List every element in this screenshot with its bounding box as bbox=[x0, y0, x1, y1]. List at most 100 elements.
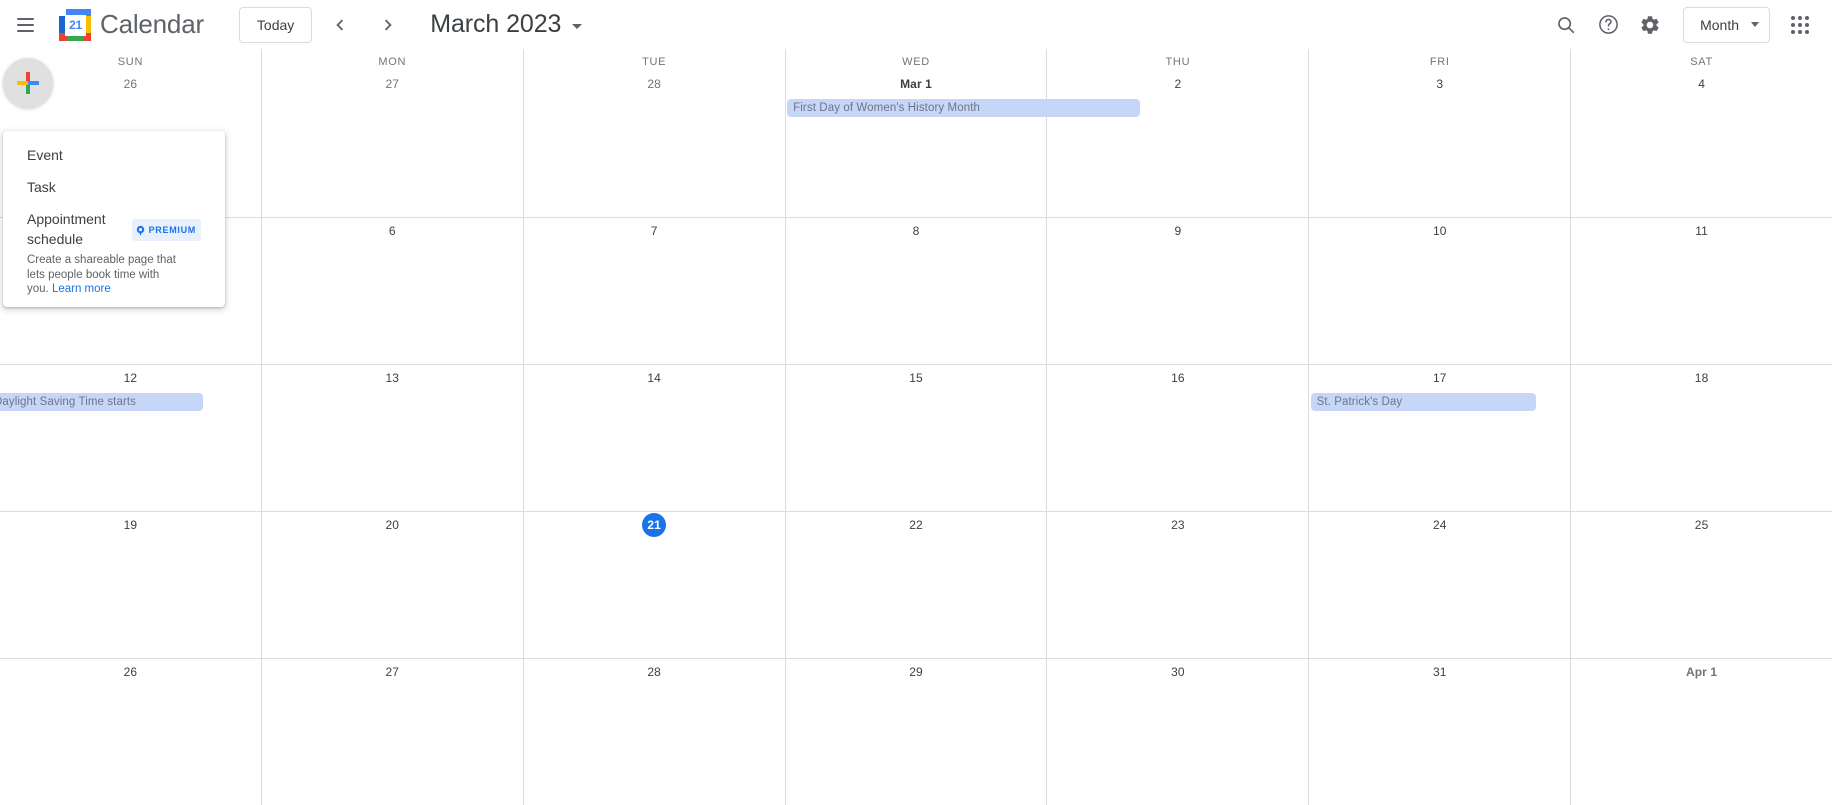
day-cell[interactable]: 21 bbox=[522, 512, 785, 658]
chevron-down-icon-title[interactable] bbox=[572, 23, 583, 29]
day-number[interactable]: 28 bbox=[524, 71, 785, 95]
day-cell[interactable]: 9 bbox=[1046, 218, 1308, 364]
day-cell[interactable]: 19 bbox=[0, 512, 261, 658]
day-number[interactable]: 6 bbox=[262, 218, 523, 242]
calendar-event[interactable]: Daylight Saving Time starts bbox=[0, 393, 203, 411]
page-title: March 2023 bbox=[430, 10, 562, 38]
day-cell[interactable]: 8 bbox=[784, 218, 1047, 364]
menu-item-event[interactable]: Event bbox=[3, 139, 225, 171]
month-grid: 26 27 28 Mar 1 2 3 4 First Day of Women's Histo… bbox=[0, 71, 1832, 805]
day-cell[interactable]: 10 bbox=[1308, 218, 1570, 364]
day-number[interactable]: 21 bbox=[524, 512, 785, 537]
help-icon[interactable] bbox=[1587, 4, 1629, 46]
day-number[interactable]: 3 bbox=[1309, 71, 1570, 95]
day-cell[interactable]: 18 bbox=[1570, 365, 1832, 511]
day-number[interactable]: 9 bbox=[1047, 218, 1308, 242]
day-cell[interactable]: 17 bbox=[1308, 365, 1570, 511]
day-cell[interactable]: 6 bbox=[260, 218, 523, 364]
day-number[interactable]: 7 bbox=[524, 218, 785, 242]
day-number[interactable]: 19 bbox=[0, 512, 261, 536]
apps-grid-icon[interactable] bbox=[1780, 5, 1820, 45]
day-number[interactable]: 26 bbox=[0, 659, 261, 683]
day-cell[interactable]: 26 bbox=[0, 659, 261, 805]
day-number[interactable]: 10 bbox=[1309, 218, 1570, 242]
day-number[interactable]: 23 bbox=[1047, 512, 1308, 536]
hamburger-icon[interactable] bbox=[2, 2, 48, 48]
day-number[interactable]: 12 bbox=[0, 365, 261, 389]
day-cell[interactable]: 11 bbox=[1570, 218, 1832, 364]
day-cell[interactable]: 22 bbox=[784, 512, 1047, 658]
day-cell[interactable]: 25 bbox=[1570, 512, 1832, 658]
day-number[interactable]: 31 bbox=[1309, 659, 1570, 683]
day-cell[interactable]: 20 bbox=[260, 512, 523, 658]
google-plus-icon bbox=[17, 72, 39, 94]
day-cell[interactable]: 14 bbox=[522, 365, 785, 511]
day-number[interactable]: 8 bbox=[786, 218, 1047, 242]
view-mode-selector[interactable]: Month bbox=[1683, 6, 1770, 43]
google-calendar-logo: 21 bbox=[59, 8, 91, 41]
day-number[interactable]: 22 bbox=[786, 512, 1047, 536]
day-number[interactable]: 13 bbox=[262, 365, 523, 389]
day-number[interactable]: 14 bbox=[524, 365, 785, 389]
day-cell[interactable]: 4 bbox=[1570, 71, 1832, 217]
today-button[interactable]: Today bbox=[238, 6, 313, 43]
day-number[interactable]: 24 bbox=[1309, 512, 1570, 536]
create-menu: Event Task Appointment schedule PREMIUM … bbox=[3, 131, 225, 307]
day-cell[interactable]: 15 bbox=[784, 365, 1047, 511]
menu-item-appointment-schedule[interactable]: Appointment schedule PREMIUM bbox=[3, 203, 225, 253]
day-cell[interactable]: 27 bbox=[260, 659, 523, 805]
menu-item-task[interactable]: Task bbox=[3, 171, 225, 203]
next-month-icon[interactable] bbox=[368, 5, 408, 45]
day-cell[interactable]: Mar 1 bbox=[784, 71, 1047, 217]
menu-item-appointment-label: Appointment schedule bbox=[27, 211, 106, 247]
day-number[interactable]: 20 bbox=[262, 512, 523, 536]
day-number[interactable]: 30 bbox=[1047, 659, 1308, 683]
day-number[interactable]: 28 bbox=[524, 659, 785, 683]
day-cell[interactable]: 28 bbox=[522, 659, 785, 805]
day-of-week-header: SUN MON TUE WED THU FRI SAT bbox=[0, 49, 1832, 71]
day-number[interactable]: 2 bbox=[1047, 71, 1308, 95]
day-cell[interactable]: 16 bbox=[1046, 365, 1308, 511]
day-cell[interactable]: Apr 1 bbox=[1570, 659, 1832, 805]
day-number[interactable]: 25 bbox=[1571, 512, 1832, 536]
today-date-badge[interactable]: 21 bbox=[642, 513, 667, 537]
day-of-week-sat: SAT bbox=[1570, 49, 1832, 71]
view-mode-label: Month bbox=[1700, 16, 1739, 33]
day-number[interactable]: 29 bbox=[786, 659, 1047, 683]
day-cell[interactable]: 30 bbox=[1046, 659, 1308, 805]
day-number[interactable]: Mar 1 bbox=[786, 71, 1047, 95]
day-cell[interactable]: 23 bbox=[1046, 512, 1308, 658]
premium-badge: PREMIUM bbox=[131, 219, 201, 241]
day-cell[interactable]: 13 bbox=[260, 365, 523, 511]
calendar-event[interactable]: First Day of Women's History Month bbox=[787, 99, 1141, 117]
day-of-week-thu: THU bbox=[1046, 49, 1308, 71]
day-cell[interactable]: 28 bbox=[522, 71, 785, 217]
day-number[interactable]: 17 bbox=[1309, 365, 1570, 389]
day-number[interactable]: 27 bbox=[262, 71, 523, 95]
day-cell[interactable]: 27 bbox=[260, 71, 523, 217]
day-number[interactable]: 27 bbox=[262, 659, 523, 683]
day-number[interactable]: Apr 1 bbox=[1571, 659, 1832, 683]
learn-more-link[interactable]: Learn more bbox=[52, 283, 111, 295]
day-cell[interactable]: 24 bbox=[1308, 512, 1570, 658]
search-icon[interactable] bbox=[1545, 4, 1587, 46]
day-cell[interactable]: 29 bbox=[784, 659, 1047, 805]
create-button[interactable] bbox=[3, 58, 53, 108]
day-cell[interactable]: 12 bbox=[0, 365, 261, 511]
day-number[interactable]: 16 bbox=[1047, 365, 1308, 389]
day-number[interactable]: 15 bbox=[786, 365, 1047, 389]
calendar-event[interactable]: St. Patrick's Day bbox=[1310, 393, 1536, 411]
day-number[interactable]: 4 bbox=[1571, 71, 1832, 95]
premium-shield-icon bbox=[136, 225, 144, 235]
day-number[interactable]: 11 bbox=[1571, 218, 1832, 242]
day-cell[interactable]: 31 bbox=[1308, 659, 1570, 805]
gear-icon[interactable] bbox=[1629, 4, 1671, 46]
previous-month-icon[interactable] bbox=[320, 5, 360, 45]
day-cell[interactable]: 7 bbox=[522, 218, 785, 364]
day-cell[interactable]: 3 bbox=[1308, 71, 1570, 217]
day-cell[interactable]: 2 bbox=[1046, 71, 1308, 217]
day-number[interactable]: 18 bbox=[1571, 365, 1832, 389]
premium-badge-label: PREMIUM bbox=[148, 225, 196, 235]
week-row: 26 27 28 29 30 31 Apr 1 bbox=[0, 658, 1832, 805]
week-row: 26 27 28 Mar 1 2 3 4 First Day of Women's Histo… bbox=[0, 71, 1832, 217]
